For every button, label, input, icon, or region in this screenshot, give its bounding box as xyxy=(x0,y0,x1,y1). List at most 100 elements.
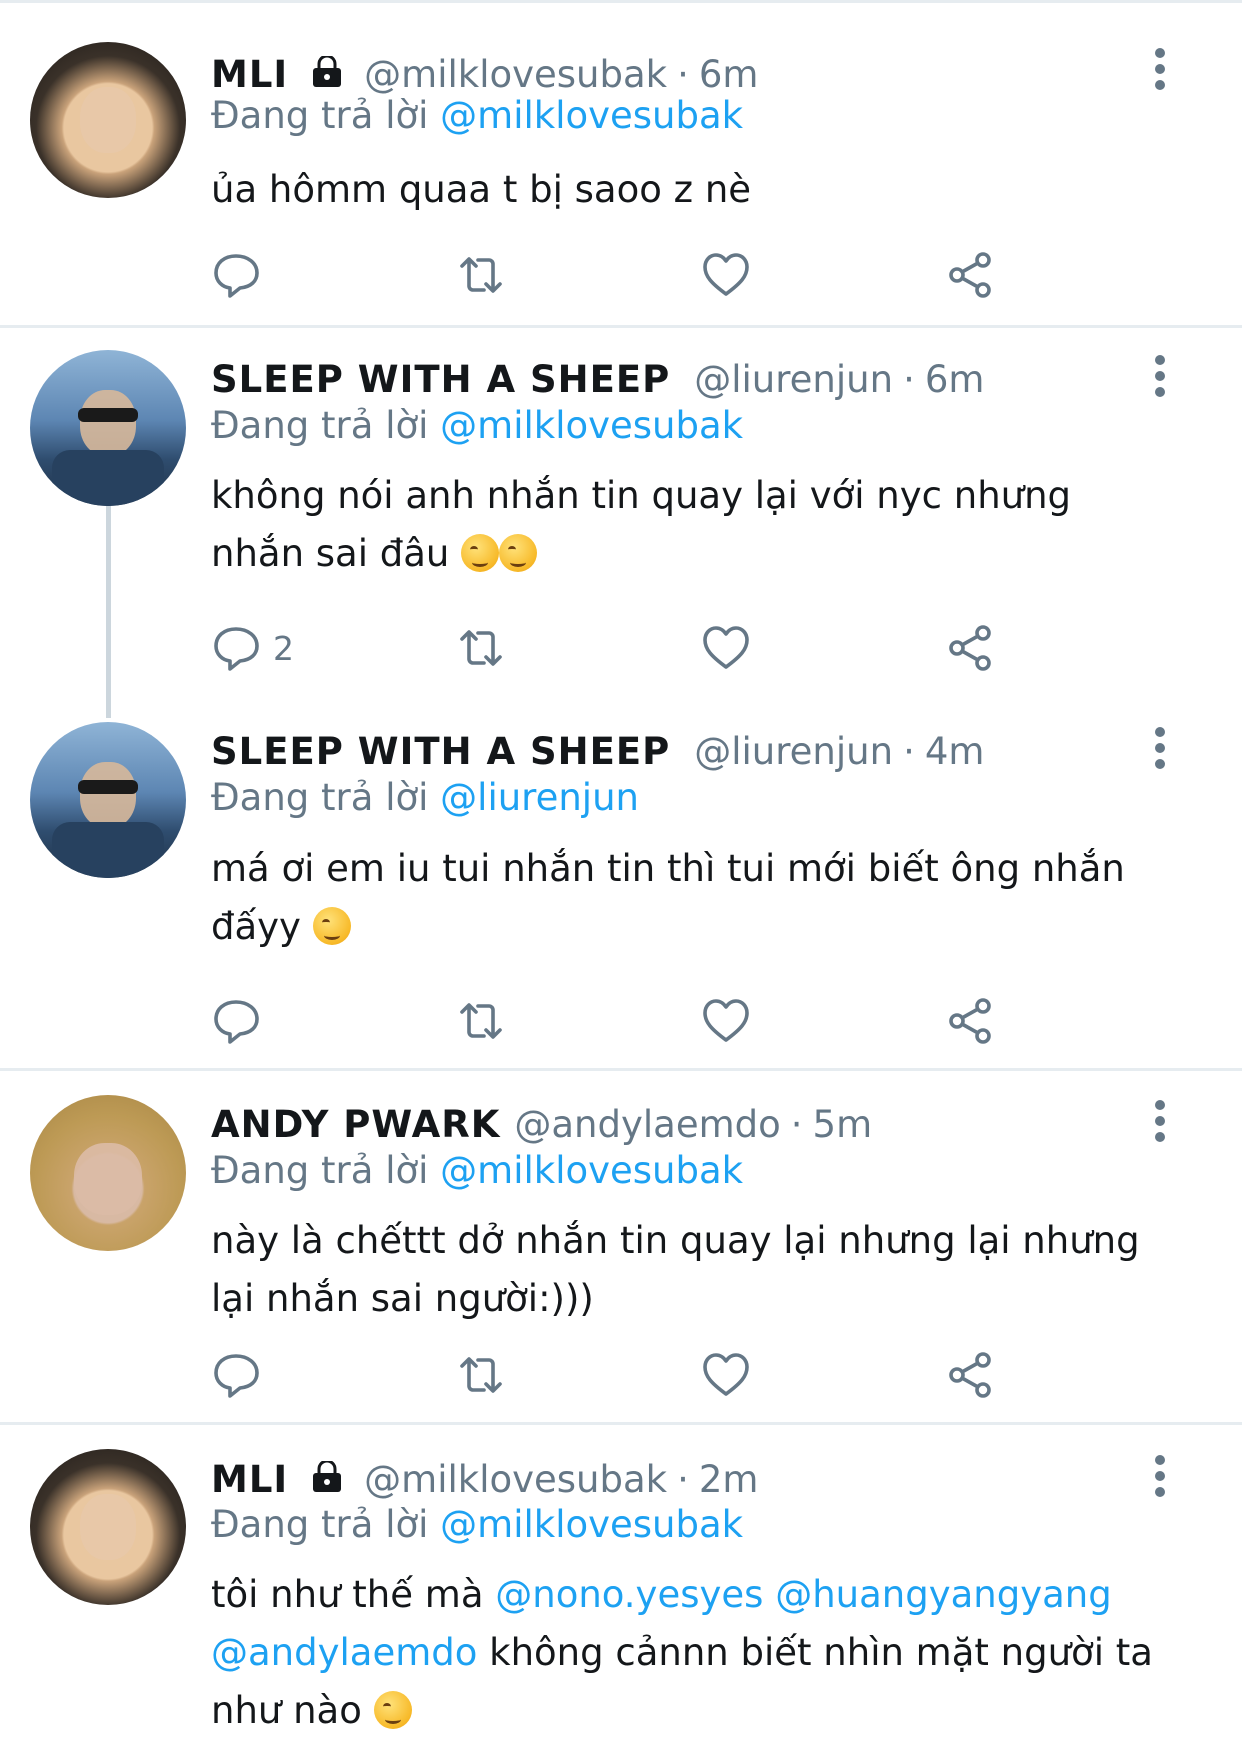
replying-label: Đang trả lời xyxy=(211,1149,429,1192)
replying-label: Đang trả lời xyxy=(211,404,429,447)
tweet-text: tôi như thế mà @nono.yesyes @huangyangya… xyxy=(211,1566,1171,1740)
tweet-divider xyxy=(0,1068,1242,1071)
action-bar xyxy=(211,1349,1011,1401)
reply-count: 2 xyxy=(273,628,294,668)
replying-to: Đang trả lời @milklovesubak xyxy=(211,1503,743,1546)
separator: · xyxy=(903,729,915,773)
like-button[interactable] xyxy=(701,1349,751,1401)
avatar[interactable] xyxy=(30,350,186,506)
tweet-text-part: không cảnnn biết nhìn mặt người ta xyxy=(489,1631,1153,1674)
retweet-button[interactable] xyxy=(456,249,506,301)
retweet-icon xyxy=(460,1003,502,1039)
display-name[interactable]: MLI xyxy=(211,53,288,96)
share-button[interactable] xyxy=(946,995,996,1047)
display-name[interactable]: SLEEP WITH A SHEEP xyxy=(211,730,670,773)
share-icon xyxy=(949,625,991,671)
share-icon xyxy=(949,998,991,1044)
avatar[interactable] xyxy=(30,1095,186,1251)
separator: · xyxy=(790,1102,803,1146)
reply-icon xyxy=(214,254,259,298)
reply-mention[interactable]: @milklovesubak xyxy=(440,404,743,447)
mention-link[interactable]: @huangyangyang xyxy=(775,1573,1112,1616)
heart-icon xyxy=(703,999,749,1042)
like-button[interactable] xyxy=(701,622,751,674)
more-icon[interactable] xyxy=(1152,1100,1168,1142)
reply-button[interactable]: 2 xyxy=(211,622,294,674)
separator: · xyxy=(903,357,915,401)
retweet-icon xyxy=(460,257,502,293)
handle[interactable]: @milklovesubak xyxy=(364,53,667,96)
retweet-button[interactable] xyxy=(456,622,506,674)
timestamp[interactable]: 4m xyxy=(925,730,985,773)
tweet-header: SLEEP WITH A SHEEP @liurenjun · 6m xyxy=(211,355,984,403)
reply-button[interactable] xyxy=(211,249,273,301)
heart-icon xyxy=(703,253,749,296)
crying-emoji xyxy=(373,1691,412,1729)
tweet-divider xyxy=(0,325,1242,328)
retweet-icon xyxy=(460,630,502,666)
replying-to: Đang trả lời @milklovesubak xyxy=(211,1149,743,1192)
like-button[interactable] xyxy=(701,995,751,1047)
smirk-emoji xyxy=(499,534,538,572)
retweet-button[interactable] xyxy=(456,995,506,1047)
display-name[interactable]: MLI xyxy=(211,1458,288,1501)
more-icon[interactable] xyxy=(1152,355,1168,397)
avatar[interactable] xyxy=(30,722,186,878)
action-bar xyxy=(211,995,1011,1047)
top-divider xyxy=(0,0,1242,3)
separator: · xyxy=(677,1457,689,1501)
tweet-header: SLEEP WITH A SHEEP @liurenjun · 4m xyxy=(211,727,984,775)
replying-label: Đang trả lời xyxy=(211,776,429,819)
reply-mention[interactable]: @milklovesubak xyxy=(440,1149,743,1192)
handle[interactable]: @milklovesubak xyxy=(364,1458,667,1501)
reply-button[interactable] xyxy=(211,1349,261,1401)
heart-icon xyxy=(703,626,749,669)
replying-label: Đang trả lời xyxy=(211,1503,429,1546)
timestamp[interactable]: 2m xyxy=(699,1458,759,1501)
timestamp[interactable]: 6m xyxy=(925,358,985,401)
tweet-text: không nói anh nhắn tin quay lại với nyc … xyxy=(211,467,1171,583)
mention-link[interactable]: @andylaemdo xyxy=(211,1631,477,1674)
share-button[interactable] xyxy=(946,249,996,301)
replying-to: Đang trả lời @milklovesubak xyxy=(211,404,743,447)
heart-icon xyxy=(703,1353,749,1396)
handle[interactable]: @andylaemdo xyxy=(514,1103,780,1146)
tweet-text-part: tôi như thế mà xyxy=(211,1573,484,1616)
mention-link[interactable]: @nono.yesyes xyxy=(495,1573,763,1616)
timestamp[interactable]: 6m xyxy=(699,53,759,96)
tweet-text-line: này là chếttt dở nhắn tin quay lại nhưng… xyxy=(211,1219,1140,1262)
reply-mention[interactable]: @milklovesubak xyxy=(440,94,743,137)
replying-to: Đang trả lời @liurenjun xyxy=(211,776,639,819)
retweet-icon xyxy=(460,1357,502,1393)
reply-icon xyxy=(214,1354,259,1398)
tweet-text-line: má ơi em iu tui nhắn tin thì tui mới biế… xyxy=(211,847,1125,890)
like-button[interactable] xyxy=(701,249,751,301)
share-icon xyxy=(949,252,991,298)
unamused-emoji xyxy=(312,907,351,945)
timestamp[interactable]: 5m xyxy=(813,1103,873,1146)
handle[interactable]: @liurenjun xyxy=(694,730,893,773)
share-icon xyxy=(949,1352,991,1398)
tweet-text-line: lại nhắn sai người:))) xyxy=(211,1277,594,1320)
more-icon[interactable] xyxy=(1152,727,1168,769)
tweet-text: ủa hômm quaa t bị saoo z nè xyxy=(211,168,752,211)
share-button[interactable] xyxy=(946,1349,996,1401)
replying-to: Đang trả lời @milklovesubak xyxy=(211,94,743,137)
display-name[interactable]: ANDY PWARK xyxy=(211,1103,500,1146)
share-button[interactable] xyxy=(946,622,996,674)
handle[interactable]: @liurenjun xyxy=(694,358,893,401)
avatar[interactable] xyxy=(30,1449,186,1605)
retweet-button[interactable] xyxy=(456,1349,506,1401)
reply-button[interactable] xyxy=(211,995,261,1047)
avatar[interactable] xyxy=(30,42,186,198)
tweet-divider xyxy=(0,1422,1242,1425)
more-icon[interactable] xyxy=(1152,48,1168,90)
reply-mention[interactable]: @liurenjun xyxy=(440,776,639,819)
reply-mention[interactable]: @milklovesubak xyxy=(440,1503,743,1546)
tweet-text: má ơi em iu tui nhắn tin thì tui mới biế… xyxy=(211,840,1171,956)
display-name[interactable]: SLEEP WITH A SHEEP xyxy=(211,358,670,401)
thread-line xyxy=(106,505,111,718)
more-icon[interactable] xyxy=(1152,1455,1168,1497)
action-bar xyxy=(211,249,1011,301)
separator: · xyxy=(677,52,689,96)
